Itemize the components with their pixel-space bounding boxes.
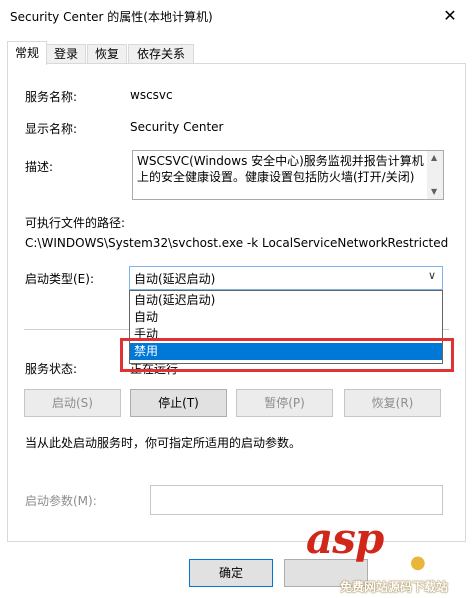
- window-title: Security Center 的属性(本地计算机): [10, 10, 213, 24]
- close-icon[interactable]: ✕: [428, 0, 472, 30]
- resume-button[interactable]: 恢复(R): [344, 389, 441, 417]
- startup-type-select[interactable]: 自动(延迟启动) ∨: [129, 266, 443, 290]
- watermark-dot-icon: ●: [410, 552, 426, 573]
- service-name-label: 服务名称:: [25, 90, 78, 104]
- ok-button[interactable]: 确定: [189, 559, 273, 587]
- start-params-hint: 当从此处启动服务时，你可指定所适用的启动参数。: [25, 436, 302, 450]
- disabled-option-highlight: [120, 338, 454, 372]
- startup-type-label: 启动类型(E):: [25, 272, 94, 286]
- watermark-text: asp: [306, 514, 384, 563]
- startup-option-auto[interactable]: 自动: [130, 309, 442, 326]
- display-name-label: 显示名称:: [25, 122, 78, 136]
- description-scrollbar[interactable]: ▲ ▼: [427, 151, 443, 199]
- chevron-down-icon[interactable]: ∨: [428, 269, 436, 282]
- description-text: WSCSVC(Windows 安全中心)服务监视并报告计算机上的安全健康设置。健…: [137, 154, 424, 184]
- title-bar: Security Center 的属性(本地计算机) ✕: [0, 0, 472, 30]
- watermark-subtext: 免费网站源码下载站: [340, 580, 449, 594]
- tab-dependencies[interactable]: 依存关系: [128, 44, 194, 64]
- tab-general[interactable]: 常规: [7, 41, 47, 65]
- tab-recovery[interactable]: 恢复: [87, 44, 127, 64]
- start-button[interactable]: 启动(S): [24, 389, 121, 417]
- description-textbox[interactable]: WSCSVC(Windows 安全中心)服务监视并报告计算机上的安全健康设置。健…: [132, 150, 444, 200]
- general-panel: 服务名称: wscsvc 显示名称: Security Center 描述: W…: [7, 63, 466, 542]
- watermark-logo: asp ● 免费网站源码下载站: [300, 512, 472, 598]
- exe-path-label: 可执行文件的路径:: [25, 216, 126, 230]
- display-name-value: Security Center: [130, 120, 224, 134]
- exe-path-value: C:\WINDOWS\System32\svchost.exe -k Local…: [25, 236, 449, 250]
- startup-type-value: 自动(延迟启动): [134, 272, 216, 286]
- service-status-label: 服务状态:: [25, 362, 78, 376]
- description-label: 描述:: [25, 160, 54, 174]
- start-params-label: 启动参数(M):: [25, 494, 97, 508]
- stop-button[interactable]: 停止(T): [130, 389, 227, 417]
- start-params-input[interactable]: [150, 485, 443, 515]
- pause-button[interactable]: 暂停(P): [236, 389, 333, 417]
- scroll-up-icon[interactable]: ▲: [431, 153, 437, 162]
- startup-option-auto-delayed[interactable]: 自动(延迟启动): [130, 292, 442, 309]
- service-name-value: wscsvc: [130, 88, 173, 102]
- tab-logon[interactable]: 登录: [46, 44, 86, 64]
- scroll-down-icon[interactable]: ▼: [431, 187, 437, 196]
